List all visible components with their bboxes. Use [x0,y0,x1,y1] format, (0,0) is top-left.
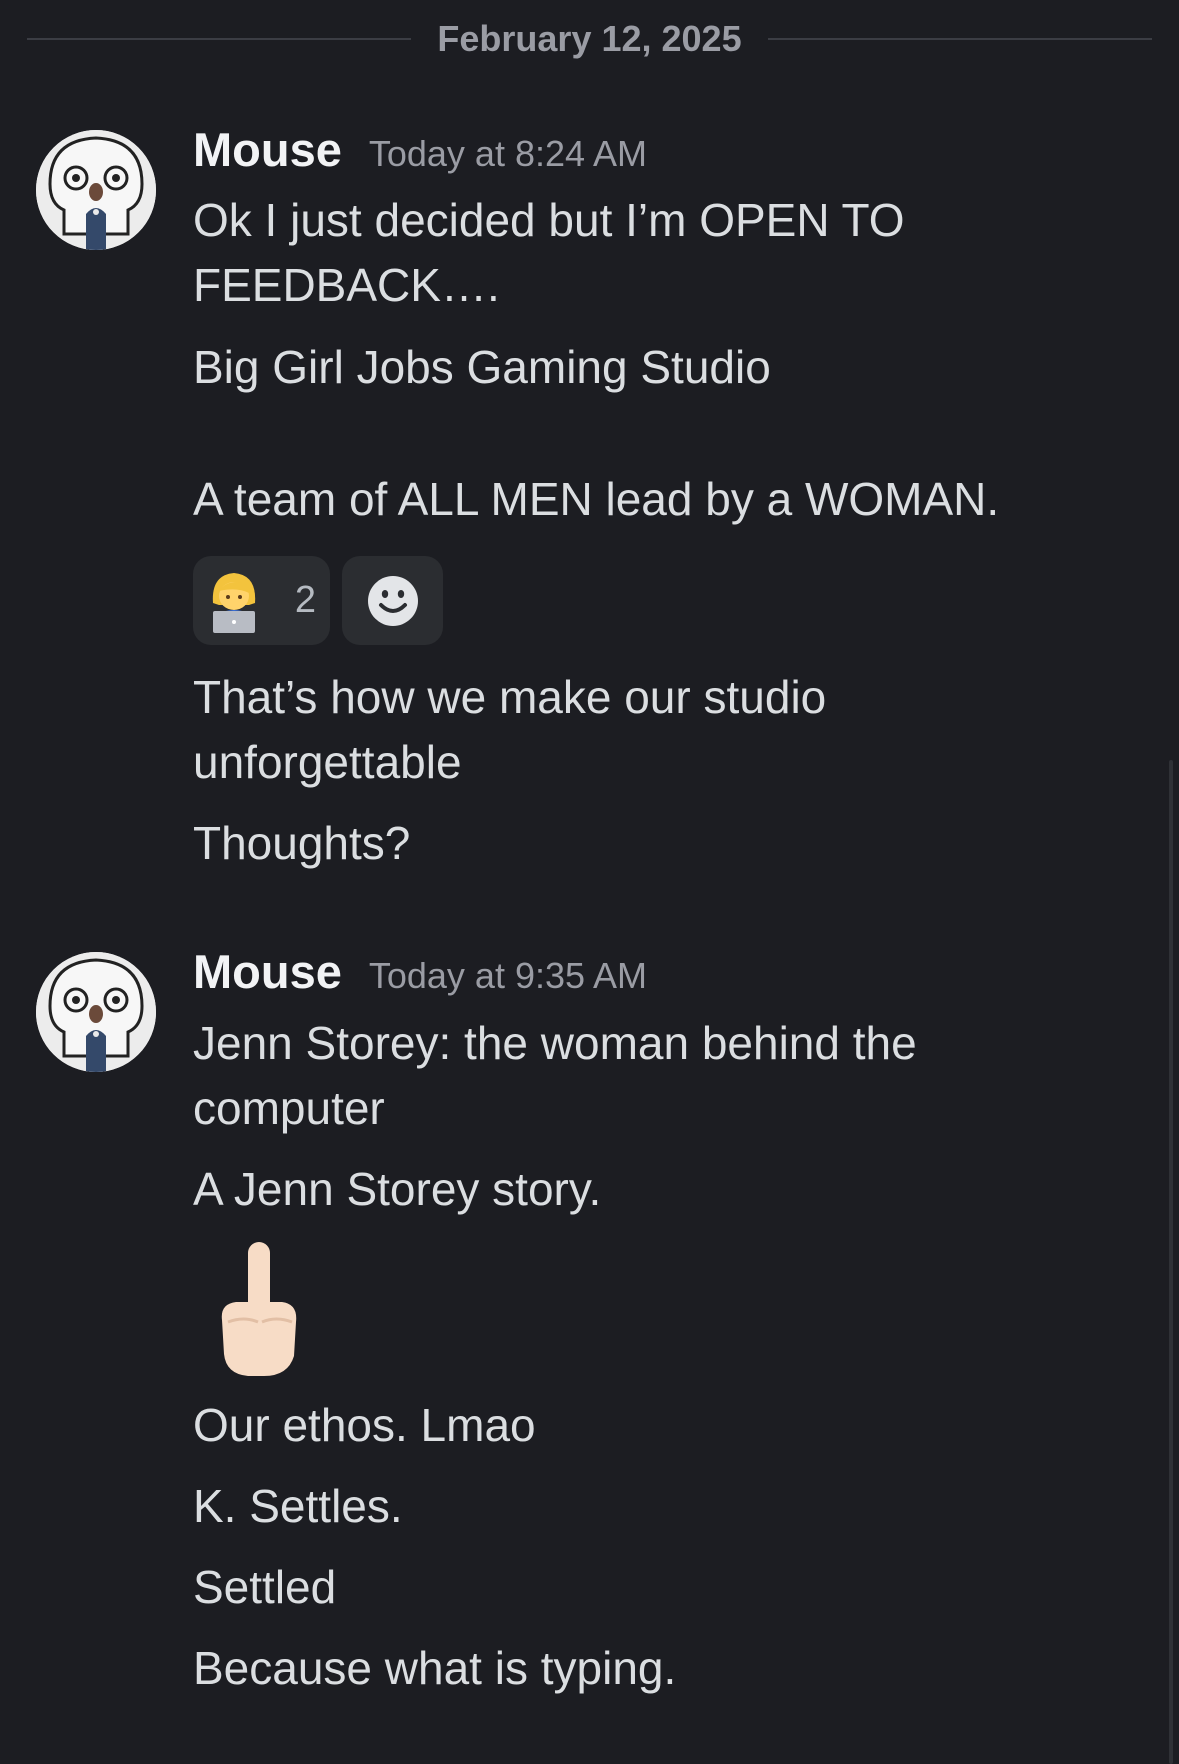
message-text: Because what is typing. [193,1642,677,1694]
date-divider: February 12, 2025 [27,14,1153,64]
message-text: Big Girl Jobs Gaming Studio [193,341,771,393]
smiley-face-icon [367,575,418,626]
avatar-image [36,130,156,250]
username[interactable]: Mouse [193,122,342,177]
woman-technologist-emoji-icon [212,572,256,633]
message-text: computer [193,1082,385,1134]
message-text: unforgettable [193,736,462,788]
message-header: Mouse Today at 8:24 AM [193,122,647,177]
message-text: Our ethos. Lmao [193,1399,536,1451]
message-text: FEEDBACK…. [193,259,500,311]
message-text: Ok I just decided but I’m OPEN TO [193,194,905,246]
date-divider-label: February 12, 2025 [437,18,742,59]
middle-finger-emoji-icon [221,1242,297,1376]
reaction-count: 2 [294,579,316,621]
message-header: Mouse Today at 9:35 AM [193,944,647,999]
divider-line-left [27,38,412,40]
username[interactable]: Mouse [193,944,342,999]
message-text: Thoughts? [193,817,411,869]
reactions-bar: 2 [193,556,443,645]
divider-line-right [767,38,1153,40]
timestamp: Today at 8:24 AM [368,133,648,174]
message-text: Settled [193,1561,337,1613]
message-text: Jenn Storey: the woman behind the [193,1017,917,1069]
message-text: K. Settles. [193,1480,403,1532]
scrollbar[interactable] [1169,760,1173,1764]
avatar[interactable] [36,130,156,250]
reaction-woman-technologist[interactable]: 2 [193,556,330,645]
message-text: A team of ALL MEN lead by a WOMAN. [193,473,1000,525]
timestamp: Today at 9:35 AM [368,955,648,996]
add-reaction-button[interactable] [342,556,443,645]
message-text: A Jenn Storey story. [193,1163,602,1215]
avatar-image [36,952,156,1072]
message-text: That’s how we make our studio [193,671,827,723]
avatar[interactable] [36,952,156,1072]
